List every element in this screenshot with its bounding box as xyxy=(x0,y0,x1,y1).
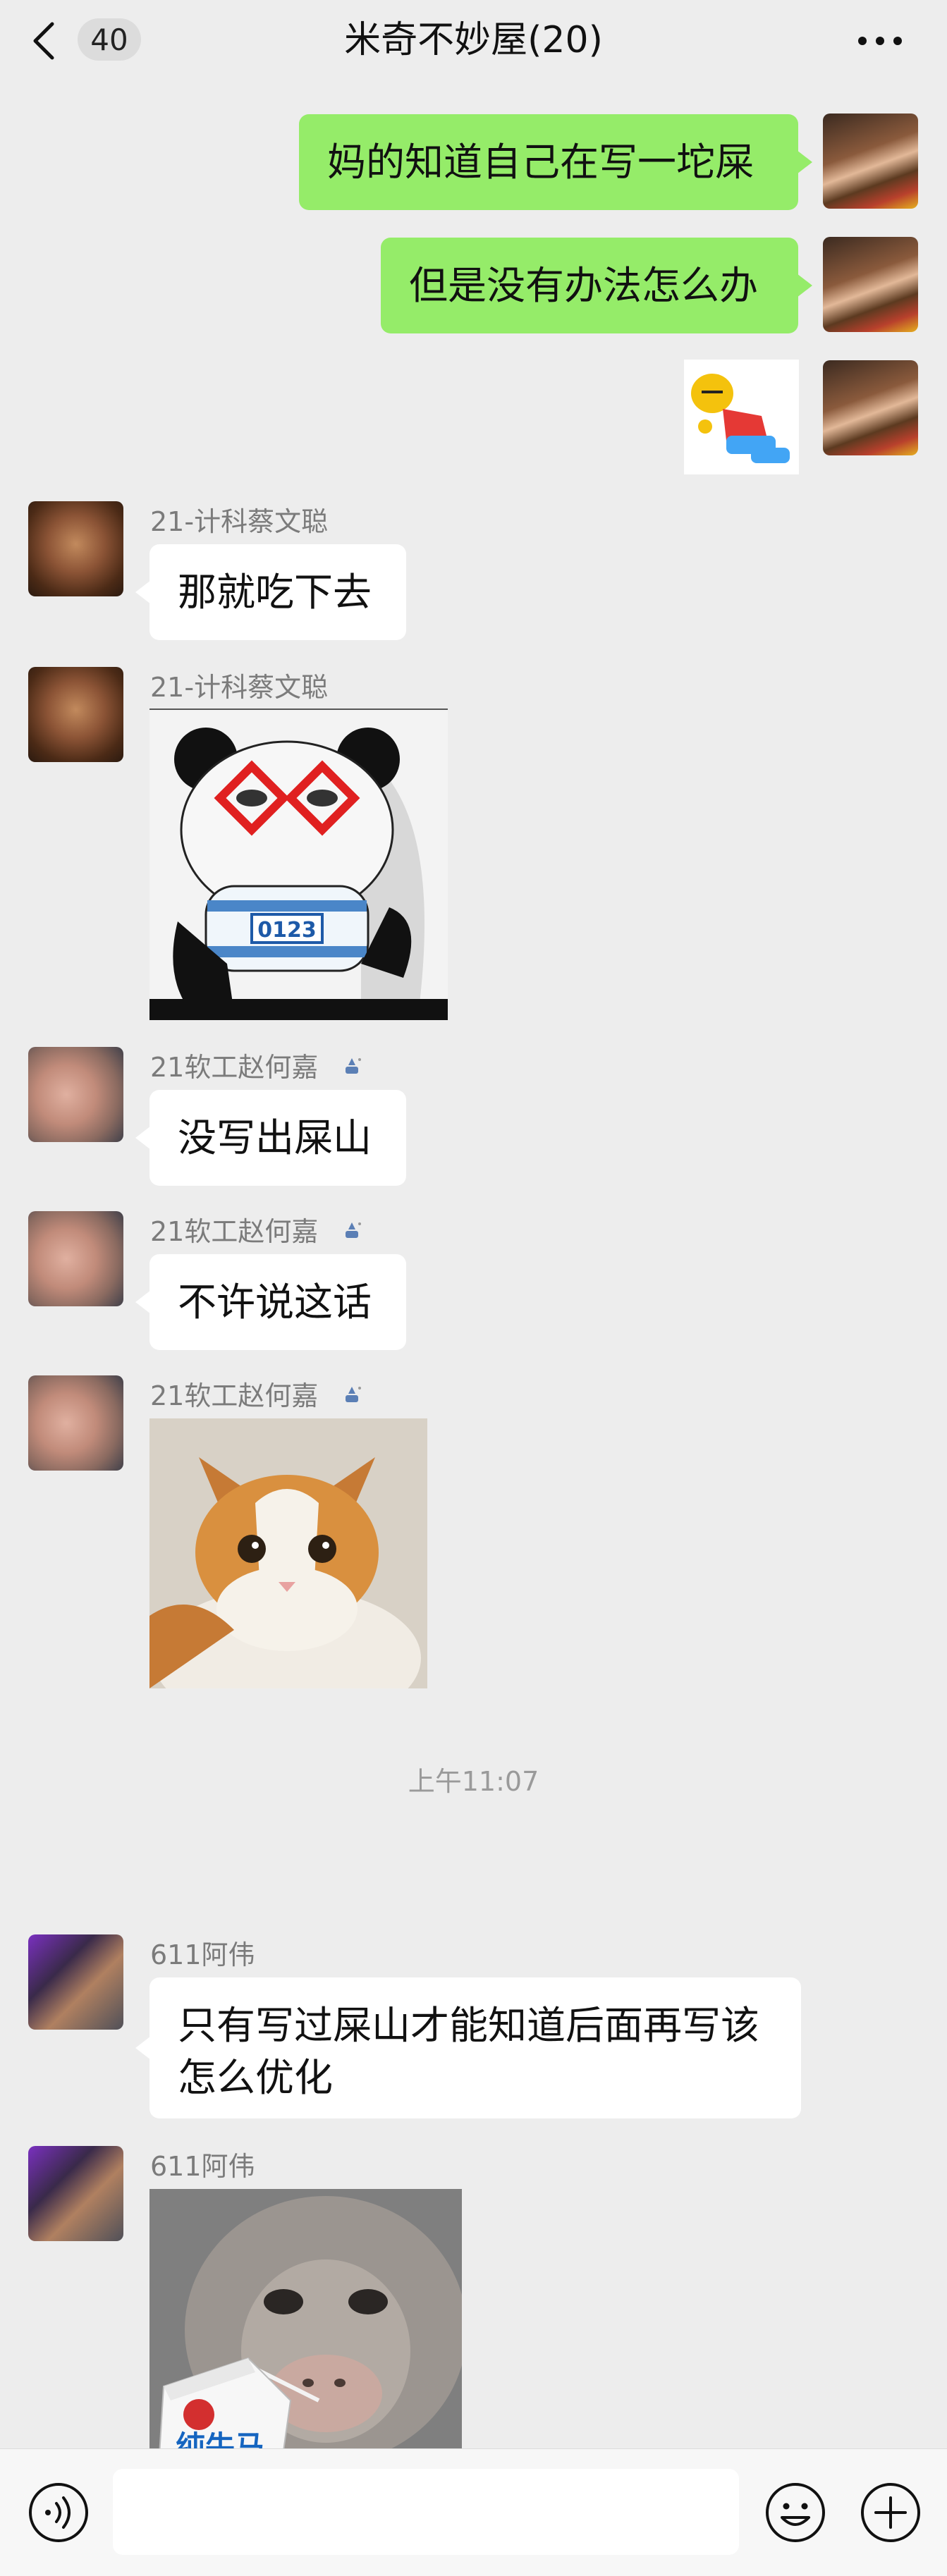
panda-glasses-sticker[interactable]: 0123 xyxy=(149,709,448,1020)
message-bubble-self[interactable]: 但是没有办法怎么办 xyxy=(381,238,812,333)
unread-count-badge[interactable]: 40 xyxy=(78,18,141,61)
message-bubble-other[interactable]: 不许说这话 xyxy=(135,1254,406,1350)
input-bar xyxy=(0,2448,947,2576)
member-badge-icon xyxy=(346,1222,361,1238)
sender-name: 611阿伟 xyxy=(150,2151,255,2182)
member-badge-icon xyxy=(346,1387,361,1402)
sender-name: 21-计科蔡文聪 xyxy=(150,672,329,703)
avatar-sender[interactable] xyxy=(28,1211,123,1306)
avatar-sender[interactable] xyxy=(28,1047,123,1142)
avatar-sender[interactable] xyxy=(28,1375,123,1471)
avatar-sender[interactable] xyxy=(28,667,123,762)
message-bubble-other[interactable]: 没写出屎山 xyxy=(135,1090,406,1186)
panda-figure-icon: 0123 xyxy=(149,728,448,1020)
sender-name: 21软工赵何嘉 xyxy=(150,1216,319,1247)
message-list[interactable]: 妈的知道自己在写一坨屎 但是没有办法怎么办 21-计科蔡文聪 那就吃下去 21-… xyxy=(0,83,947,2501)
message-bubble-self[interactable]: 妈的知道自己在写一坨屎 xyxy=(299,114,812,210)
orange-white-cat-sticker[interactable] xyxy=(149,1418,427,1688)
emoji-button[interactable] xyxy=(764,2481,827,2544)
lying-cartoon-figure-sticker[interactable] xyxy=(684,360,799,474)
message-timestamp: 上午11:07 xyxy=(408,1766,539,1797)
voice-icon xyxy=(29,2483,88,2542)
avatar-sender[interactable] xyxy=(28,1934,123,2030)
sender-name: 21软工赵何嘉 xyxy=(150,1052,319,1083)
avatar-sender[interactable] xyxy=(28,501,123,596)
more-options-button[interactable] xyxy=(841,18,919,63)
svg-text:0123: 0123 xyxy=(257,918,317,943)
more-functions-button[interactable] xyxy=(859,2481,922,2544)
sender-name: 21软工赵何嘉 xyxy=(150,1380,319,1411)
ellipsis-icon xyxy=(858,36,902,45)
voice-input-button[interactable] xyxy=(27,2481,90,2544)
cat-face-icon xyxy=(149,1418,427,1688)
message-input[interactable] xyxy=(113,2469,739,2555)
avatar-self[interactable] xyxy=(823,360,918,455)
chevron-left-icon xyxy=(33,22,54,60)
avatar-self[interactable] xyxy=(823,237,918,332)
member-badge-icon xyxy=(346,1058,361,1074)
sender-name: 611阿伟 xyxy=(150,1939,255,1970)
message-bubble-other[interactable]: 那就吃下去 xyxy=(135,544,406,640)
lying-figure-icon xyxy=(691,374,790,463)
message-bubble-other[interactable]: 只有写过屎山才能知道后面再写该 怎么优化 xyxy=(135,1977,801,2118)
sender-name: 21-计科蔡文聪 xyxy=(150,506,329,537)
avatar-self[interactable] xyxy=(823,114,918,209)
plus-icon xyxy=(861,2483,920,2542)
emoji-icon xyxy=(766,2483,825,2542)
avatar-sender[interactable] xyxy=(28,2146,123,2241)
chat-header: 40 米奇不妙屋(20) xyxy=(0,0,947,83)
